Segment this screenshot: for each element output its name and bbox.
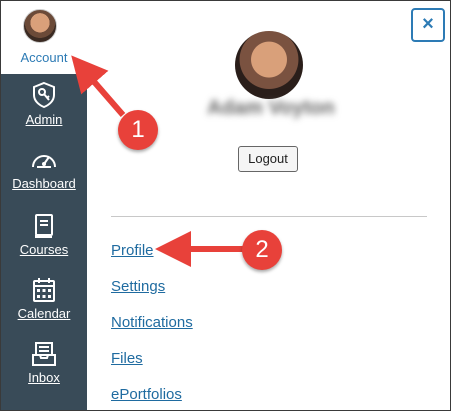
avatar (23, 9, 57, 43)
nav-label-calendar: Calendar (17, 306, 71, 321)
user-name: Adam Voyton (207, 97, 335, 119)
link-notifications[interactable]: Notifications (111, 314, 193, 331)
divider (111, 216, 427, 217)
nav-item-courses[interactable]: Courses (1, 213, 87, 257)
calendar-icon (33, 278, 55, 302)
annotation-badge-1: 1 (118, 110, 158, 150)
nav-item-dashboard[interactable]: Dashboard (1, 149, 87, 191)
account-tray-screenshot: Account Admin Dashboard Courses Calendar… (0, 0, 451, 411)
annotation-badge-2: 2 (242, 230, 282, 270)
shield-key-icon (33, 81, 55, 109)
nav-item-inbox[interactable]: Inbox (1, 341, 87, 385)
nav-label-admin: Admin (25, 112, 63, 127)
logout-button[interactable]: Logout (238, 146, 298, 172)
nav-label-inbox: Inbox (28, 370, 60, 385)
nav-label-courses: Courses (19, 242, 69, 257)
link-profile[interactable]: Profile (111, 242, 154, 259)
inbox-icon (32, 342, 56, 366)
link-settings[interactable]: Settings (111, 278, 165, 295)
nav-item-calendar[interactable]: Calendar (1, 277, 87, 321)
nav-label-dashboard: Dashboard (12, 176, 76, 191)
link-files[interactable]: Files (111, 350, 143, 367)
close-button[interactable]: × (411, 8, 445, 42)
account-nav-item[interactable]: Account (1, 1, 87, 74)
global-navigation: Account Admin Dashboard Courses Calendar… (1, 1, 87, 410)
book-icon (35, 214, 53, 238)
account-label: Account (20, 50, 68, 65)
link-eportfolios[interactable]: ePortfolios (111, 386, 182, 403)
speedometer-icon (32, 155, 56, 168)
profile-avatar (235, 31, 303, 99)
nav-item-admin[interactable]: Admin (1, 81, 87, 127)
